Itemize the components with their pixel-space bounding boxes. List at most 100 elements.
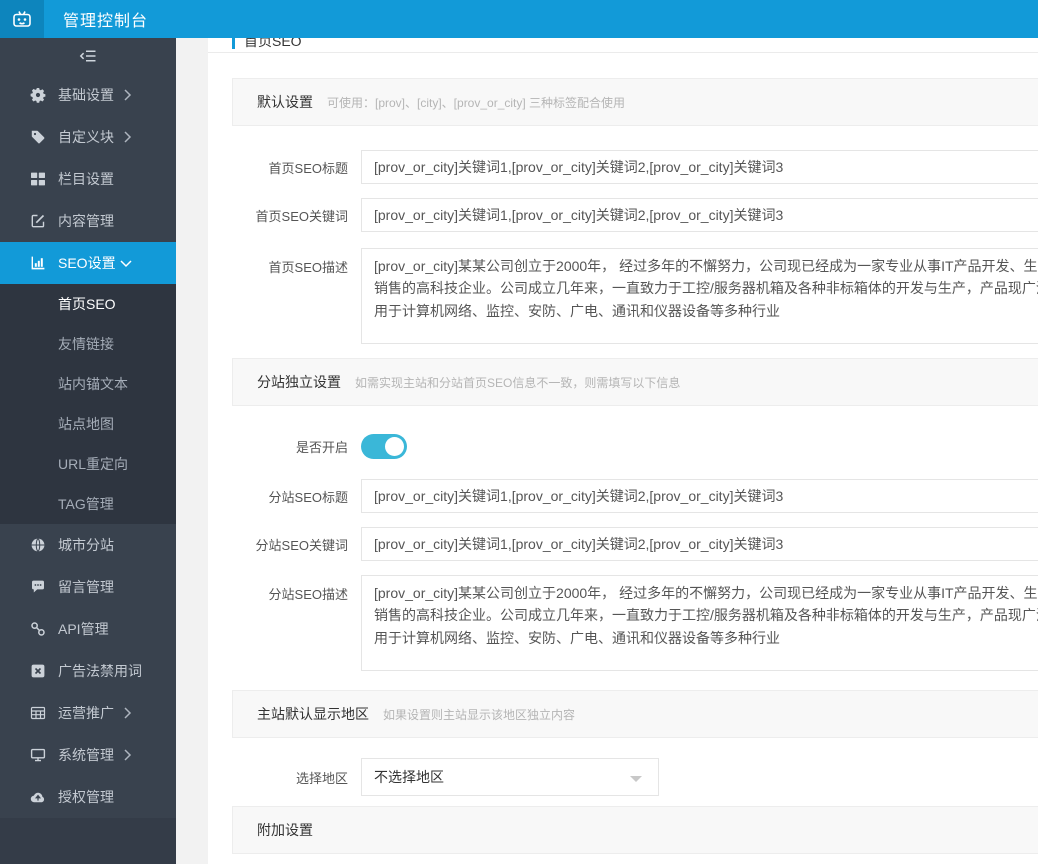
sidebar-item-system-management[interactable]: 系统管理 [0, 734, 176, 776]
sidebar-subitem-sitemap[interactable]: 站点地图 [0, 404, 176, 444]
sidebar: 基础设置 自定义块 栏目设置 内容管理 SEO设置 首 [0, 38, 176, 864]
sidebar-item-label: 系统管理 [58, 745, 114, 765]
sidebar-item-column-settings[interactable]: 栏目设置 [0, 158, 176, 200]
grid-icon [30, 171, 46, 187]
seo-form: 默认设置 可使用：[prov]、[city]、[prov_or_city] 三种… [208, 78, 1038, 854]
sidebar-item-label: SEO设置 [58, 253, 116, 273]
sidebar-item-ad-banned-words[interactable]: 广告法禁用词 [0, 650, 176, 692]
field-label: 选择地区 [232, 768, 361, 787]
field-label: 是否开启 [232, 437, 361, 456]
home-seo-desc-textarea[interactable]: [prov_or_city]某某公司创立于2000年， 经过多年的不懈努力，公司… [361, 248, 1038, 344]
submenu-label: URL重定向 [58, 454, 128, 474]
sidebar-item-label: 授权管理 [58, 787, 114, 807]
section-title: 默认设置 [257, 92, 313, 112]
sidebar-item-base-settings[interactable]: 基础设置 [0, 74, 176, 116]
home-seo-title-input[interactable] [361, 150, 1038, 184]
field-label: 首页SEO描述 [232, 248, 361, 276]
section-hint: 可使用：[prov]、[city]、[prov_or_city] 三种标签配合使… [327, 94, 625, 111]
chevron-right-icon [123, 707, 132, 719]
sidebar-item-label: 内容管理 [58, 211, 114, 231]
section-branch-settings: 分站独立设置 如需实现主站和分站首页SEO信息不一致，则需填写以下信息 [232, 358, 1038, 406]
app-logo[interactable] [0, 0, 44, 38]
sidebar-item-seo-settings[interactable]: SEO设置 [0, 242, 176, 284]
chevron-right-icon [123, 89, 132, 101]
field-label: 首页SEO标题 [232, 158, 361, 177]
submenu-label: 友情链接 [58, 334, 114, 354]
sidebar-item-label: 广告法禁用词 [58, 661, 142, 681]
chevron-right-icon [123, 749, 132, 761]
globe-icon [30, 537, 46, 553]
sidebar-item-operation-promotion[interactable]: 运营推广 [0, 692, 176, 734]
toggle-knob [385, 437, 404, 456]
edit-icon [30, 213, 46, 229]
caret-down-icon [630, 776, 642, 782]
chevron-down-icon [120, 259, 132, 268]
section-hint: 如果设置则主站显示该地区独立内容 [383, 706, 575, 723]
app-title: 管理控制台 [63, 7, 148, 31]
sidebar-item-label: 基础设置 [58, 85, 114, 105]
sidebar-subitem-friend-links[interactable]: 友情链接 [0, 324, 176, 364]
sidebar-item-api-management[interactable]: API管理 [0, 608, 176, 650]
branch-seo-keywords-input[interactable] [361, 527, 1038, 561]
branch-seo-keywords-row: 分站SEO关键词 [232, 527, 1038, 561]
field-label: 分站SEO关键词 [232, 535, 361, 554]
seo-submenu: 首页SEO 友情链接 站内锚文本 站点地图 URL重定向 TAG管理 [0, 284, 176, 524]
section-title: 附加设置 [257, 820, 313, 840]
sidebar-item-label: 自定义块 [58, 127, 114, 147]
sidebar-collapse-button[interactable] [0, 38, 176, 74]
collapse-menu-icon [79, 49, 97, 63]
link-icon [30, 621, 46, 637]
section-extra-settings: 附加设置 [232, 806, 1038, 854]
submenu-label: 首页SEO [58, 294, 116, 314]
home-seo-keywords-row: 首页SEO关键词 [232, 198, 1038, 232]
submenu-label: 站内锚文本 [58, 374, 128, 394]
home-seo-desc-row: 首页SEO描述 [prov_or_city]某某公司创立于2000年， 经过多年… [232, 248, 1038, 344]
field-label: 首页SEO关键词 [232, 206, 361, 225]
sidebar-item-message-management[interactable]: 留言管理 [0, 566, 176, 608]
branch-seo-title-input[interactable] [361, 479, 1038, 513]
region-select-row: 选择地区 不选择地区 [232, 758, 1038, 796]
robot-logo-icon [10, 7, 34, 31]
sidebar-item-custom-blocks[interactable]: 自定义块 [0, 116, 176, 158]
comment-icon [30, 579, 46, 595]
field-label: 分站SEO标题 [232, 487, 361, 506]
sidebar-item-city-subsites[interactable]: 城市分站 [0, 524, 176, 566]
cloud-upload-icon [30, 789, 46, 805]
sidebar-subitem-url-redirect[interactable]: URL重定向 [0, 444, 176, 484]
tag-icon [30, 129, 46, 145]
submenu-label: 站点地图 [58, 414, 114, 434]
branch-enable-row: 是否开启 [232, 434, 1038, 459]
monitor-icon [30, 747, 46, 763]
section-hint: 如需实现主站和分站首页SEO信息不一致，则需填写以下信息 [355, 374, 680, 391]
section-default-settings: 默认设置 可使用：[prov]、[city]、[prov_or_city] 三种… [232, 78, 1038, 126]
branch-seo-title-row: 分站SEO标题 [232, 479, 1038, 513]
section-region-settings: 主站默认显示地区 如果设置则主站显示该地区独立内容 [232, 690, 1038, 738]
top-header: 管理控制台 [0, 0, 1038, 38]
submenu-label: TAG管理 [58, 494, 114, 514]
sidebar-subitem-home-seo[interactable]: 首页SEO [0, 284, 176, 324]
region-select[interactable]: 不选择地区 [361, 758, 659, 796]
main-panel: 首页SEO 默认设置 可使用：[prov]、[city]、[prov_or_ci… [208, 22, 1038, 864]
section-title: 分站独立设置 [257, 372, 341, 392]
sidebar-item-label: 运营推广 [58, 703, 114, 723]
branch-seo-desc-textarea[interactable]: [prov_or_city]某某公司创立于2000年， 经过多年的不懈努力，公司… [361, 575, 1038, 671]
bar-chart-icon [30, 255, 46, 271]
field-label: 分站SEO描述 [232, 575, 361, 603]
sidebar-item-label: 留言管理 [58, 577, 114, 597]
table-icon [30, 705, 46, 721]
sidebar-item-label: API管理 [58, 619, 109, 639]
divider [208, 52, 1038, 53]
home-seo-title-row: 首页SEO标题 [232, 150, 1038, 184]
branch-enable-toggle[interactable] [361, 434, 407, 459]
gear-icon [30, 87, 46, 103]
x-square-icon [30, 663, 46, 679]
region-select-value: 不选择地区 [374, 767, 444, 787]
sidebar-subitem-anchor-text[interactable]: 站内锚文本 [0, 364, 176, 404]
section-title: 主站默认显示地区 [257, 704, 369, 724]
branch-seo-desc-row: 分站SEO描述 [prov_or_city]某某公司创立于2000年， 经过多年… [232, 575, 1038, 671]
chevron-right-icon [123, 131, 132, 143]
sidebar-item-authorization-management[interactable]: 授权管理 [0, 776, 176, 818]
sidebar-item-content-management[interactable]: 内容管理 [0, 200, 176, 242]
sidebar-subitem-tag-management[interactable]: TAG管理 [0, 484, 176, 524]
home-seo-keywords-input[interactable] [361, 198, 1038, 232]
